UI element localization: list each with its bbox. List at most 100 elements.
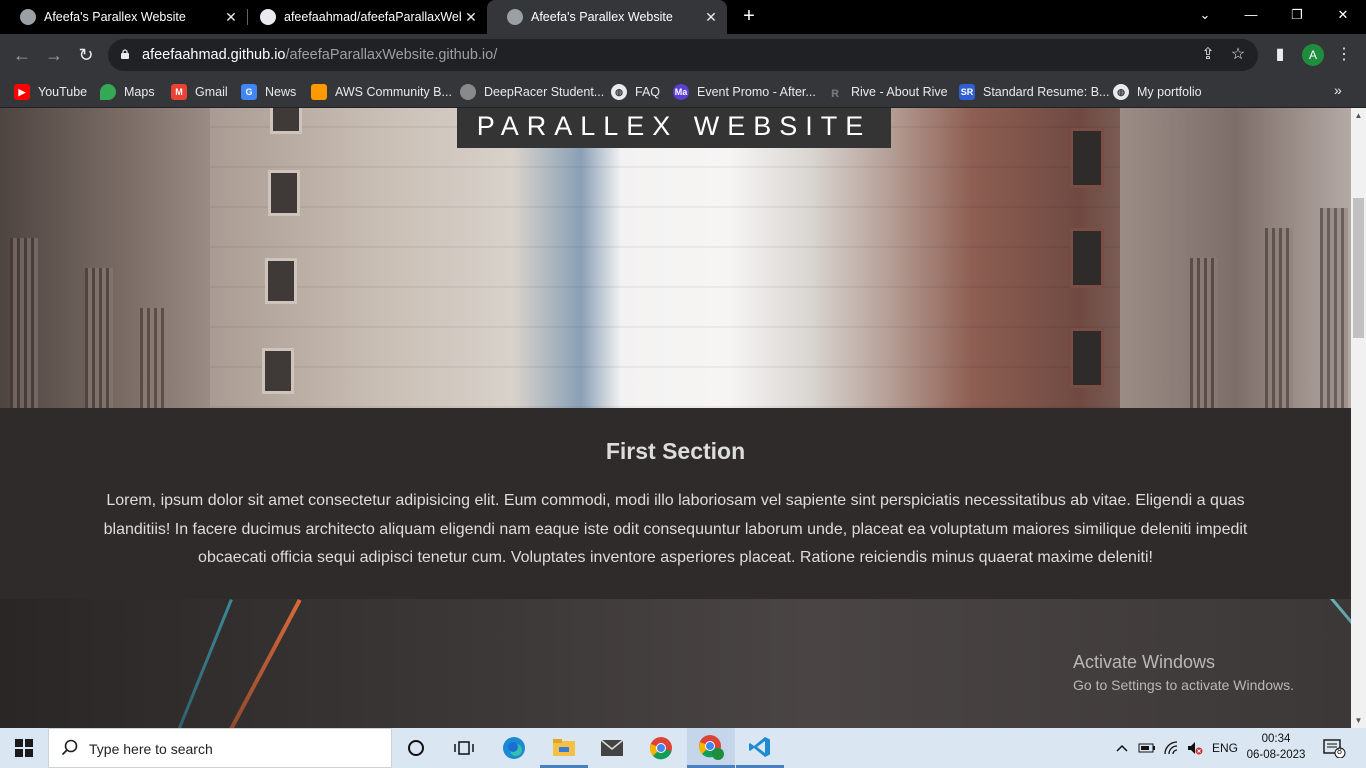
rive-icon: ʀ xyxy=(827,84,843,100)
light-streak xyxy=(194,599,302,728)
bookmark-label: YouTube xyxy=(38,85,88,99)
close-icon[interactable]: ✕ xyxy=(461,9,481,26)
bookmark-rive[interactable]: ʀ Rive - About Rive xyxy=(827,82,948,102)
bookmark-label: My portfolio xyxy=(1137,85,1202,99)
bookmark-event-promo[interactable]: Ma Event Promo - After... xyxy=(673,82,816,102)
column xyxy=(140,308,168,408)
tab-search-chevron-icon[interactable]: ⌄ xyxy=(1182,0,1228,30)
window-close-icon[interactable]: ✕ xyxy=(1320,0,1366,30)
watermark-subtitle: Go to Settings to activate Windows. xyxy=(1073,677,1294,693)
cortana-icon[interactable] xyxy=(392,728,440,768)
clock[interactable]: 00:34 06-08-2023 xyxy=(1240,731,1312,763)
bookmark-label: Standard Resume: B... xyxy=(983,85,1110,99)
activate-windows-watermark: Activate Windows Go to Settings to activ… xyxy=(1073,652,1294,693)
wifi-icon[interactable] xyxy=(1163,728,1181,768)
show-hidden-icons-chevron-icon[interactable] xyxy=(1114,728,1130,768)
bookmark-label: News xyxy=(265,85,297,99)
globe-icon xyxy=(507,9,523,25)
back-arrow-icon[interactable]: ← xyxy=(10,43,34,67)
section-paragraph: Lorem, ipsum dolor sit amet consectetur … xyxy=(103,492,1248,566)
tab-3-active[interactable]: Afeefa's Parallex Website ✕ xyxy=(487,0,727,34)
bookmark-standard-resume[interactable]: SR Standard Resume: B... xyxy=(959,82,1109,102)
scroll-thumb[interactable] xyxy=(1353,198,1364,338)
scroll-up-arrow-icon[interactable]: ▲ xyxy=(1351,108,1366,123)
bookmark-star-icon[interactable]: ☆ xyxy=(1228,45,1248,65)
windows-taskbar: Type here to search ENG 00:34 06-08-2023 xyxy=(0,728,1366,768)
side-panel-icon[interactable]: ▮ xyxy=(1270,45,1290,65)
restore-icon[interactable]: ❐ xyxy=(1274,0,1320,30)
window xyxy=(1070,228,1104,288)
aws-icon xyxy=(311,84,327,100)
battery-icon[interactable] xyxy=(1138,728,1156,768)
menu-kebab-icon[interactable]: ⋮ xyxy=(1334,45,1354,65)
page-viewport: PARALLEX WEBSITE First Section Lorem, ip… xyxy=(0,108,1351,728)
bookmark-faq[interactable]: ◍ FAQ xyxy=(611,82,660,102)
deepracer-icon xyxy=(460,84,476,100)
new-tab-plus-icon[interactable]: + xyxy=(738,4,760,30)
bookmark-label: Maps xyxy=(124,85,155,99)
notification-center-icon[interactable]: 8 xyxy=(1322,738,1346,759)
bookmark-deepracer[interactable]: DeepRacer Student... xyxy=(460,82,604,102)
edge-icon[interactable] xyxy=(490,728,538,768)
clock-time: 00:34 xyxy=(1261,733,1291,745)
first-section: First Section Lorem, ipsum dolor sit ame… xyxy=(0,408,1351,599)
window xyxy=(265,258,297,304)
tab-strip: Afeefa's Parallex Website ✕ afeefaahmad/… xyxy=(0,0,1366,34)
page-scrollbar[interactable]: ▲ ▼ xyxy=(1351,108,1366,728)
taskbar-search-box[interactable]: Type here to search xyxy=(48,728,392,768)
share-icon[interactable]: ⇪ xyxy=(1198,45,1218,65)
bookmark-news[interactable]: G News xyxy=(241,82,296,102)
address-bar[interactable]: afeefaahmad.github.io/afeefaParallaxWebs… xyxy=(108,39,1258,71)
vscode-icon[interactable] xyxy=(736,728,784,768)
maps-icon xyxy=(100,84,116,100)
tab-title: afeefaahmad/afeefaParallaxWebsite xyxy=(284,10,461,24)
language-indicator[interactable]: ENG xyxy=(1212,728,1238,768)
bookmark-label: Event Promo - After... xyxy=(697,85,816,99)
globe-icon: ◍ xyxy=(611,84,627,100)
chrome-icon[interactable] xyxy=(637,728,685,768)
tab-1[interactable]: Afeefa's Parallex Website ✕ xyxy=(0,0,247,34)
column xyxy=(1190,258,1218,408)
resume-icon: SR xyxy=(959,84,975,100)
bookmark-label: AWS Community B... xyxy=(335,85,452,99)
url-text[interactable]: afeefaahmad.github.io/afeefaParallaxWebs… xyxy=(142,47,497,63)
github-icon xyxy=(260,9,276,25)
bookmark-maps[interactable]: Maps xyxy=(100,82,155,102)
close-icon[interactable]: ✕ xyxy=(221,9,241,26)
search-placeholder: Type here to search xyxy=(89,741,213,757)
minimize-icon[interactable]: — xyxy=(1228,0,1274,30)
bookmark-gmail[interactable]: M Gmail xyxy=(171,82,228,102)
bookmark-youtube[interactable]: ▶ YouTube xyxy=(14,82,87,102)
file-explorer-icon[interactable] xyxy=(540,728,588,768)
globe-icon: ◍ xyxy=(1113,84,1129,100)
news-icon: G xyxy=(241,84,257,100)
youtube-icon: ▶ xyxy=(14,84,30,100)
event-icon: Ma xyxy=(673,84,689,100)
mail-icon[interactable] xyxy=(588,728,636,768)
forward-arrow-icon[interactable]: → xyxy=(42,43,66,67)
bookmark-aws-community[interactable]: AWS Community B... xyxy=(311,82,452,102)
lock-icon xyxy=(121,49,129,59)
profile-avatar[interactable]: A xyxy=(1302,44,1324,66)
close-icon[interactable]: ✕ xyxy=(701,9,721,26)
windows-start-icon[interactable] xyxy=(0,728,48,768)
url-host: afeefaahmad.github.io xyxy=(142,47,286,63)
tab-2[interactable]: afeefaahmad/afeefaParallaxWebsite ✕ xyxy=(240,0,487,34)
reload-icon[interactable]: ↻ xyxy=(74,43,98,67)
hero-title: PARALLEX WEBSITE xyxy=(457,108,891,148)
bookmarks-overflow-chevron-icon[interactable]: » xyxy=(1334,82,1342,98)
tab-title: Afeefa's Parallex Website xyxy=(44,10,186,24)
watermark-title: Activate Windows xyxy=(1073,652,1216,672)
section-title: First Section xyxy=(605,438,746,464)
task-view-icon[interactable] xyxy=(440,728,488,768)
light-streak xyxy=(147,599,233,728)
window xyxy=(1070,328,1104,388)
scroll-down-arrow-icon[interactable]: ▼ xyxy=(1351,713,1366,728)
bookmarks-bar: ▶ YouTube Maps M Gmail G News AWS Commun… xyxy=(0,77,1366,108)
bookmark-my-portfolio[interactable]: ◍ My portfolio xyxy=(1113,82,1202,102)
bookmark-label: Gmail xyxy=(195,85,228,99)
chrome-profile-icon[interactable] xyxy=(687,728,735,768)
notification-count: 8 xyxy=(1337,746,1343,756)
url-path: /afeefaParallaxWebsite.github.io/ xyxy=(285,47,498,63)
volume-muted-icon[interactable] xyxy=(1186,728,1204,768)
